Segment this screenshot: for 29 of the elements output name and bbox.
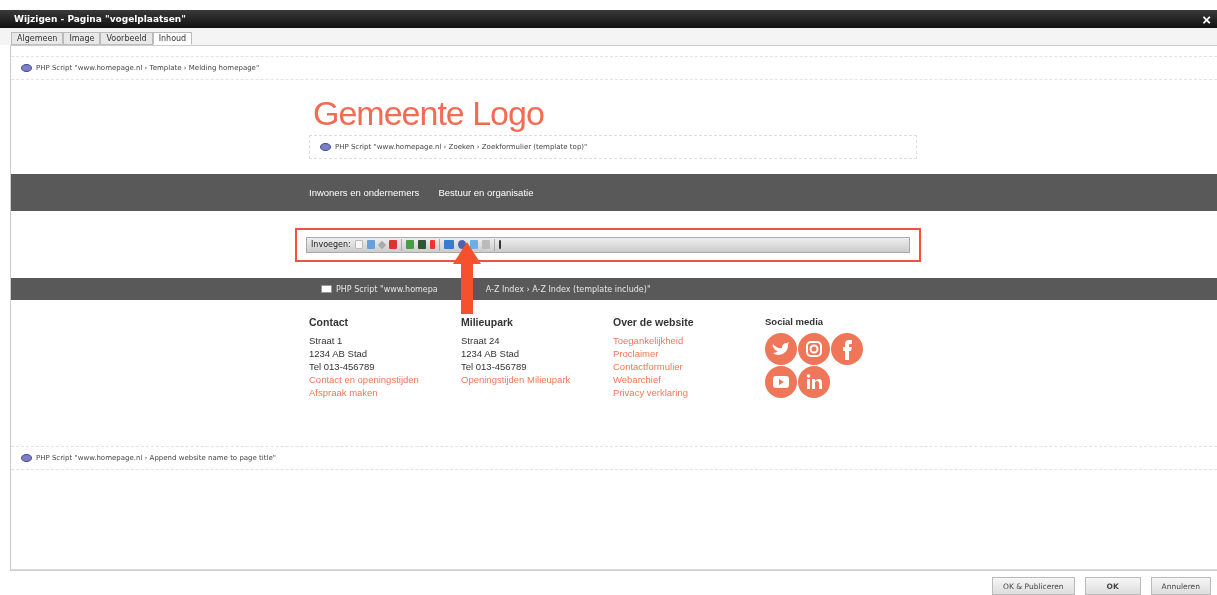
- address-line: Tel 013-456789: [461, 360, 528, 373]
- address-line: 1234 AB Stad: [309, 347, 369, 360]
- script-label: PHP Script "www.homepa: [336, 284, 438, 294]
- linkedin-icon[interactable]: [798, 366, 830, 398]
- nav-link[interactable]: Bestuur en organisatie: [438, 187, 534, 198]
- footer-heading: Over de website: [613, 316, 695, 328]
- nav-link[interactable]: Inwoners en ondernemers: [309, 187, 420, 198]
- instagram-icon[interactable]: [798, 333, 830, 365]
- tab[interactable]: Inhoud: [152, 32, 193, 45]
- close-button[interactable]: ×: [1200, 11, 1213, 27]
- window-title: Wijzigen - Pagina "vogelplaatsen": [14, 14, 186, 24]
- tab[interactable]: Image: [63, 32, 101, 45]
- address-line: 1234 AB Stad: [461, 347, 521, 360]
- up-arrow-icon: [453, 242, 481, 314]
- script-label: A-Z Index › A-Z Index (template include)": [485, 284, 651, 294]
- address-line: Straat 1: [309, 334, 344, 347]
- youtube-icon[interactable]: [765, 366, 797, 398]
- twitter-icon[interactable]: [765, 333, 797, 365]
- address-line: Straat 24: [461, 334, 501, 347]
- page-icon[interactable]: [354, 240, 363, 249]
- logo-text: Gemeente Logo: [313, 94, 545, 133]
- toolbar-label: Invoegen:: [311, 240, 351, 249]
- footer-heading: Social media: [765, 316, 825, 327]
- tab[interactable]: Algemeen: [11, 32, 64, 45]
- tab[interactable]: Voorbeeld: [100, 32, 153, 45]
- footer-heading: Contact: [309, 316, 350, 328]
- address-line: Tel 013-456789: [309, 360, 376, 373]
- facebook-icon[interactable]: [831, 333, 863, 365]
- footer-heading: Milieupark: [461, 316, 514, 328]
